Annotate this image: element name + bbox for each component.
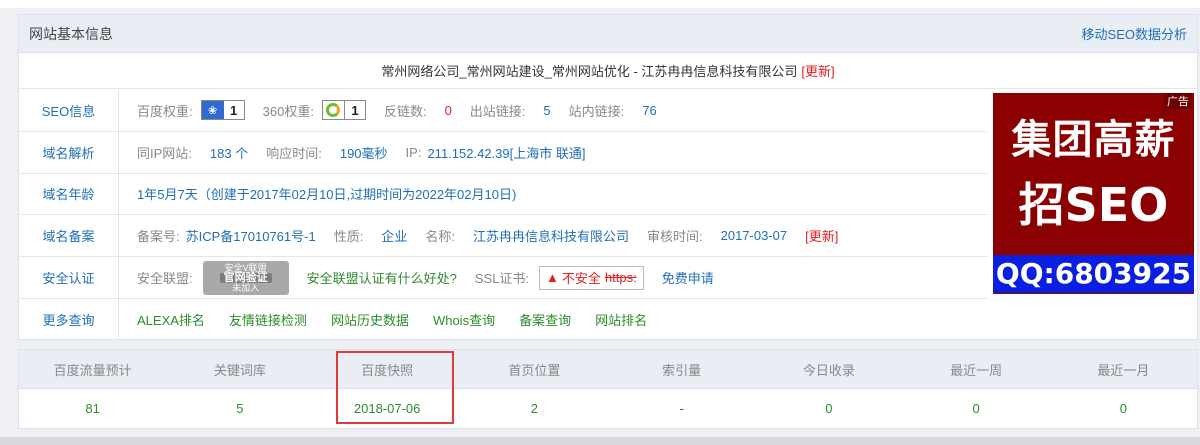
stats-header: 首页位置 bbox=[508, 362, 561, 378]
icp-type-value: 企业 bbox=[381, 229, 408, 245]
stats-header: 最近一周 bbox=[950, 362, 1003, 378]
inlinks-key: 站内链接: bbox=[568, 103, 625, 119]
backlinks-key: 反链数: bbox=[383, 103, 427, 119]
baidu-paw-icon: ❀ bbox=[201, 101, 224, 120]
weight360-value: 1 bbox=[351, 102, 359, 118]
response-value: 190毫秒 bbox=[339, 145, 388, 161]
ssl-status-text: 不安全 bbox=[561, 271, 601, 287]
more-link-icp[interactable]: 备案查询 bbox=[519, 310, 571, 329]
inlinks-value[interactable]: 76 bbox=[642, 103, 656, 118]
panel-header: 网站基本信息 移动SEO数据分析 bbox=[19, 15, 1197, 53]
age-value: 1年5月7天（创建于2017年02月10日,过期时间为2022年02月10日) bbox=[137, 187, 517, 203]
stats-value-week[interactable]: 0 bbox=[903, 389, 1050, 428]
backlinks-value[interactable]: 0 bbox=[445, 103, 452, 118]
stats-header: 今日收录 bbox=[802, 362, 855, 378]
stats-value-row: 81 5 2018-07-06 2 - 0 0 0 bbox=[19, 389, 1197, 428]
ip-key: IP: bbox=[405, 144, 422, 160]
360-ring-icon bbox=[323, 101, 345, 120]
alliance-benefit-link[interactable]: 安全联盟认证有什么好处? bbox=[307, 268, 457, 287]
age-label[interactable]: 域名年龄 bbox=[19, 173, 119, 215]
baidu-weight-key: 百度权重: bbox=[137, 103, 193, 119]
more-link-friendlinks[interactable]: 友情链接检测 bbox=[229, 310, 307, 329]
ssl-key: SSL证书: bbox=[474, 271, 530, 287]
stats-value-today[interactable]: 0 bbox=[755, 389, 902, 428]
ad-line1: 集团高薪 bbox=[1011, 117, 1176, 163]
more-label[interactable]: 更多查询 bbox=[19, 298, 119, 341]
more-row: 更多查询 ALEXA排名 友情链接检测 网站历史数据 Whois查询 备案查询 … bbox=[19, 298, 987, 341]
seo-label[interactable]: SEO信息 bbox=[19, 90, 119, 131]
site-update-link[interactable]: [更新] bbox=[801, 61, 834, 80]
dns-row: 域名解析 同IP网站: 183 个 响应时间: 190毫秒 IP: 211.15… bbox=[19, 131, 987, 174]
seo-row: SEO信息 百度权重: ❀ 1 360权重: 1 反链数: 0 出站链接: 5 … bbox=[19, 90, 987, 132]
snapshot-highlight-box bbox=[336, 351, 454, 424]
security-row: 安全认证 安全联盟: 安全V联盟 官网验证 未加入 安全联盟认证有什么好处? S… bbox=[19, 257, 987, 299]
ad-banner[interactable]: 广告 集团高薪 招SEO QQ:6803925 bbox=[993, 93, 1194, 294]
icp-no-value[interactable]: 苏ICP备17010761号-1 bbox=[186, 226, 316, 245]
ssl-protocol-text: https: bbox=[604, 270, 637, 286]
ip-value[interactable]: 211.152.42.39[上海市 联通] bbox=[427, 143, 585, 162]
more-link-whois[interactable]: Whois查询 bbox=[433, 310, 495, 329]
stats-value-month[interactable]: 0 bbox=[1050, 389, 1197, 428]
more-link-alexa[interactable]: ALEXA排名 bbox=[137, 310, 205, 329]
stats-value-index: - bbox=[679, 401, 684, 416]
stats-value-homepage[interactable]: 2 bbox=[461, 389, 608, 428]
stats-value-keywords[interactable]: 5 bbox=[166, 389, 313, 428]
icp-date-key: 审核时间: bbox=[646, 229, 703, 245]
ssl-apply-link[interactable]: 免费申请 bbox=[662, 268, 714, 287]
top-strip bbox=[0, 0, 1200, 8]
info-rows: SEO信息 百度权重: ❀ 1 360权重: 1 反链数: 0 出站链接: 5 … bbox=[19, 90, 987, 341]
panel-title: 网站基本信息 bbox=[29, 25, 113, 42]
outlinks-value[interactable]: 5 bbox=[543, 103, 550, 118]
site-info-panel: 网站基本信息 移动SEO数据分析 常州网络公司_常州网站建设_常州网站优化 - … bbox=[18, 14, 1198, 341]
icp-name-value: 江苏冉冉信息科技有限公司 bbox=[472, 229, 629, 245]
mobile-seo-link[interactable]: 移动SEO数据分析 bbox=[1082, 24, 1187, 43]
more-link-rank[interactable]: 网站排名 bbox=[595, 310, 647, 329]
icp-type-key: 性质: bbox=[333, 229, 364, 245]
age-row: 域名年龄 1年5月7天（创建于2017年02月10日,过期时间为2022年02月… bbox=[19, 173, 987, 216]
alliance-key: 安全联盟: bbox=[137, 271, 193, 287]
seal-main-text: 官网验证 bbox=[219, 272, 272, 283]
stats-header: 索引量 bbox=[662, 362, 702, 378]
site-title-row: 常州网络公司_常州网站建设_常州网站优化 - 江苏冉冉信息科技有限公司 [更新] bbox=[19, 53, 1197, 89]
more-link-history[interactable]: 网站历史数据 bbox=[331, 310, 409, 329]
icp-date-value: 2017-03-07 bbox=[720, 228, 788, 244]
seal-bottom-text: 未加入 bbox=[232, 282, 260, 293]
ad-qq: QQ:6803925 bbox=[993, 255, 1194, 293]
warning-icon: ▲ bbox=[546, 270, 559, 286]
weight360-badge[interactable]: 1 bbox=[321, 100, 366, 121]
stats-header: 百度流量预计 bbox=[53, 362, 132, 378]
baidu-weight-badge[interactable]: ❀ 1 bbox=[200, 100, 245, 121]
stats-header-row: 百度流量预计 关键词库 百度快照 首页位置 索引量 今日收录 最近一周 最近一月 bbox=[19, 350, 1197, 389]
stats-header: 关键词库 bbox=[213, 362, 266, 378]
stats-header: 最近一月 bbox=[1097, 362, 1150, 378]
site-title: 常州网络公司_常州网站建设_常州网站优化 - 江苏冉冉信息科技有限公司 bbox=[381, 64, 798, 79]
ad-line2: 招SEO bbox=[1018, 178, 1169, 232]
weight360-key: 360权重: bbox=[262, 103, 314, 119]
icp-row: 域名备案 备案号: 苏ICP备17010761号-1 性质: 企业 名称: 江苏… bbox=[19, 215, 987, 258]
same-ip-value[interactable]: 183 个 bbox=[210, 143, 248, 162]
bottom-strip bbox=[0, 437, 1200, 445]
icp-update-link[interactable]: [更新] bbox=[805, 226, 838, 245]
baidu-weight-value: 1 bbox=[230, 102, 238, 118]
response-key: 响应时间: bbox=[266, 145, 322, 161]
icp-label[interactable]: 域名备案 bbox=[19, 215, 119, 257]
stats-table: 百度流量预计 关键词库 百度快照 首页位置 索引量 今日收录 最近一周 最近一月… bbox=[18, 349, 1198, 429]
icp-no-key: 备案号: bbox=[137, 229, 180, 245]
outlinks-key: 出站链接: bbox=[469, 103, 526, 119]
stats-value-traffic[interactable]: 81 bbox=[19, 389, 166, 428]
dns-label[interactable]: 域名解析 bbox=[19, 131, 119, 173]
ssl-status-badge[interactable]: ▲ 不安全 https: bbox=[539, 265, 644, 290]
security-label[interactable]: 安全认证 bbox=[19, 257, 119, 298]
icp-name-key: 名称: bbox=[425, 229, 455, 245]
same-ip-key: 同IP网站: bbox=[137, 145, 192, 161]
alliance-seal-badge[interactable]: 安全V联盟 官网验证 未加入 bbox=[202, 260, 289, 295]
